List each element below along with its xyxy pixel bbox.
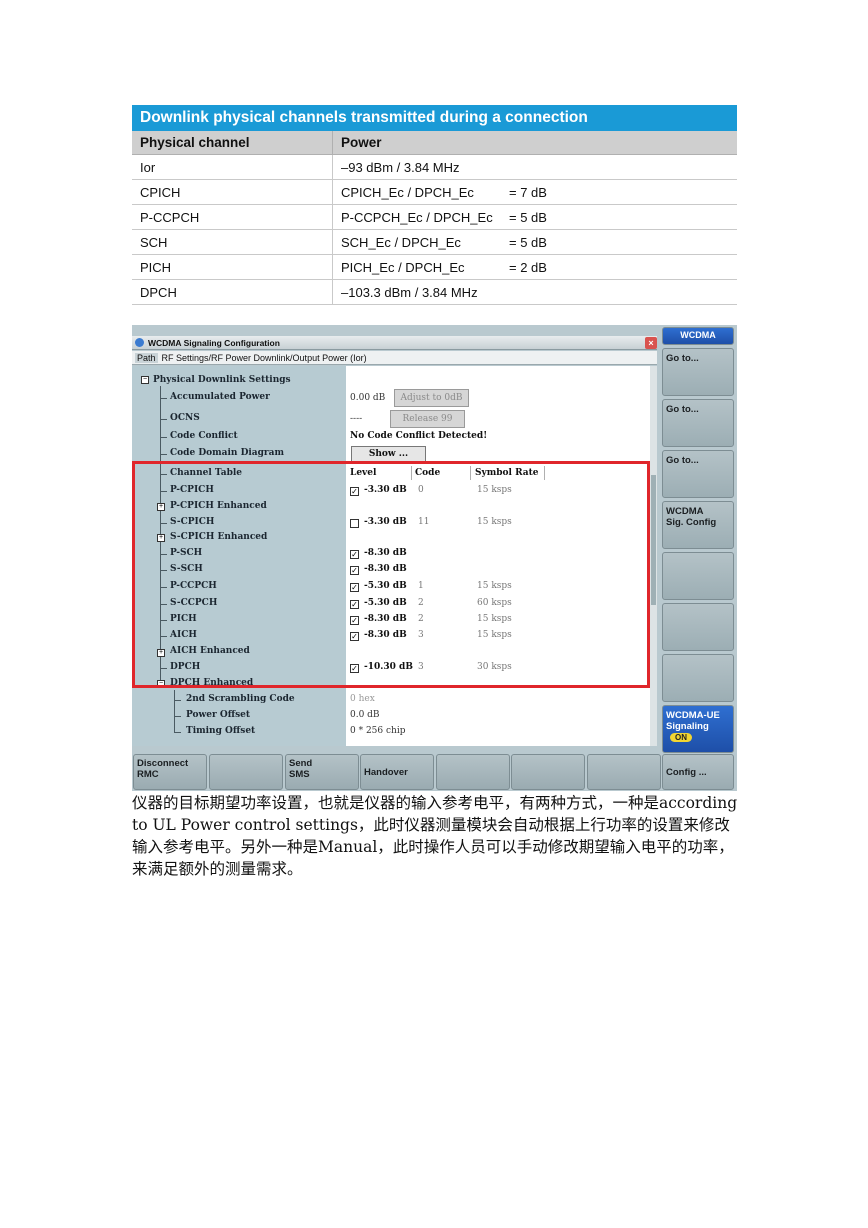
sig-config-line2: Sig. Config <box>666 517 717 528</box>
goto-key-1[interactable]: Go to... <box>662 348 734 396</box>
power-value: = 5 dB <box>509 209 547 225</box>
wcdma-ue-signaling-key[interactable]: WCDMA-UE Signaling ON <box>662 705 734 753</box>
power-value: = 2 dB <box>509 259 547 275</box>
goto-key-3[interactable]: Go to... <box>662 450 734 498</box>
power-param: SCH_Ec / DPCH_Ec <box>341 234 461 250</box>
header-power: Power <box>332 131 737 155</box>
tree-item-timing-offset[interactable]: Timing Offset <box>186 726 255 736</box>
on-badge: ON <box>670 733 692 742</box>
tree-connector <box>174 690 175 733</box>
path-value: RF Settings/RF Power Downlink/Output Pow… <box>161 353 367 363</box>
path-bar: Path RF Settings/RF Power Downlink/Output… <box>132 351 657 365</box>
tree-item-ocns[interactable]: OCNS <box>170 413 200 423</box>
adjust-to-0db-button[interactable]: Adjust to 0dB <box>394 389 469 407</box>
ocns-value: ---- <box>350 414 363 424</box>
tree-branch <box>160 437 167 438</box>
tree-item-physical-downlink-settings[interactable]: Physical Downlink Settings <box>153 375 291 385</box>
power-param: –103.3 dBm / 3.84 MHz <box>341 284 478 300</box>
code-conflict-status: No Code Conflict Detected! <box>350 431 488 441</box>
tree-branch <box>174 732 181 733</box>
wcdma-mode-key[interactable]: WCDMA <box>662 327 734 345</box>
channel-cell: SCH <box>132 229 333 255</box>
wcdma-sig-config-key[interactable]: WCDMA Sig. Config <box>662 501 734 549</box>
window-titlebar: WCDMA Signaling Configuration <box>132 336 657 350</box>
power-value: = 5 dB <box>509 234 547 250</box>
disconnect-rmc-key[interactable]: Disconnect RMC <box>133 754 207 790</box>
accumulated-power-value: 0.00 dB <box>350 393 386 403</box>
config-key[interactable]: Config ... <box>662 754 734 790</box>
power-param: PICH_Ec / DPCH_Ec <box>341 259 465 275</box>
tree-item-code-conflict[interactable]: Code Conflict <box>170 431 238 441</box>
release-99-dropdown[interactable]: Release 99 <box>390 410 465 428</box>
table-row: PICH PICH_Ec / DPCH_Ec = 2 dB <box>132 254 737 280</box>
tree-branch <box>160 398 167 399</box>
table-row: CPICH CPICH_Ec / DPCH_Ec = 7 dB <box>132 179 737 205</box>
highlight-box <box>132 461 650 688</box>
channel-cell: CPICH <box>132 179 333 205</box>
blank-bottom-key[interactable] <box>587 754 661 790</box>
tree-item-code-domain-diagram[interactable]: Code Domain Diagram <box>170 448 284 458</box>
collapse-icon[interactable]: − <box>141 376 149 384</box>
body-paragraph: 仪器的目标期望功率设置，也就是仪器的输入参考电平，有两种方式，一种是accord… <box>132 794 738 878</box>
scrambling-code-value: 0 hex <box>350 694 375 704</box>
tree-item-accumulated-power[interactable]: Accumulated Power <box>170 392 270 402</box>
send-sms-key[interactable]: Send SMS <box>285 754 359 790</box>
ue-signaling-line2: Signaling <box>666 721 709 732</box>
channel-cell: PICH <box>132 254 333 280</box>
goto-key-2[interactable]: Go to... <box>662 399 734 447</box>
send-sms-line1: Send <box>289 758 313 769</box>
power-offset-value: 0.0 dB <box>350 710 380 720</box>
disconnect-line2: RMC <box>137 769 159 780</box>
path-label: Path <box>135 353 158 363</box>
timing-offset-value: 0 * 256 chip <box>350 726 406 736</box>
ue-signaling-line1: WCDMA-UE <box>666 710 720 721</box>
close-icon[interactable]: × <box>645 337 657 349</box>
power-param: CPICH_Ec / DPCH_Ec <box>341 184 474 200</box>
blank-bottom-key[interactable] <box>436 754 510 790</box>
app-logo-icon <box>135 338 144 347</box>
table-row: DPCH –103.3 dBm / 3.84 MHz <box>132 279 737 305</box>
tree-branch <box>160 454 167 455</box>
blank-bottom-key[interactable] <box>209 754 283 790</box>
power-param: –93 dBm / 3.84 MHz <box>341 159 460 175</box>
blank-side-key[interactable] <box>662 552 734 600</box>
table-row: SCH SCH_Ec / DPCH_Ec = 5 dB <box>132 229 737 255</box>
blank-side-key[interactable] <box>662 603 734 651</box>
instrument-screenshot: WCDMA Signaling Configuration × Path RF S… <box>132 325 737 791</box>
tree-branch <box>160 419 167 420</box>
tree-item-power-offset[interactable]: Power Offset <box>186 710 250 720</box>
window-title: WCDMA Signaling Configuration <box>148 338 280 348</box>
table-row: P-CCPCH P-CCPCH_Ec / DPCH_Ec = 5 dB <box>132 204 737 230</box>
disconnect-line1: Disconnect <box>137 758 189 769</box>
handover-key[interactable]: Handover <box>360 754 434 790</box>
table-caption: Downlink physical channels transmitted d… <box>132 105 737 131</box>
channel-cell: DPCH <box>132 279 333 305</box>
channel-cell: Ior <box>132 154 333 180</box>
power-param: P-CCPCH_Ec / DPCH_Ec <box>341 209 493 225</box>
show-code-domain-button[interactable]: Show ... <box>351 446 426 462</box>
channel-cell: P-CCPCH <box>132 204 333 230</box>
header-physical-channel: Physical channel <box>132 131 333 155</box>
table-row: Ior –93 dBm / 3.84 MHz <box>132 154 737 180</box>
blank-side-key[interactable] <box>662 654 734 702</box>
blank-bottom-key[interactable] <box>511 754 585 790</box>
scrollbar-thumb[interactable] <box>651 475 656 605</box>
power-value: = 7 dB <box>509 184 547 200</box>
tree-item-2nd-scrambling-code[interactable]: 2nd Scrambling Code <box>186 694 295 704</box>
send-sms-line2: SMS <box>289 769 310 780</box>
tree-branch <box>174 700 181 701</box>
downlink-channels-table: Downlink physical channels transmitted d… <box>132 105 737 305</box>
tree-branch <box>174 716 181 717</box>
sig-config-line1: WCDMA <box>666 506 704 517</box>
